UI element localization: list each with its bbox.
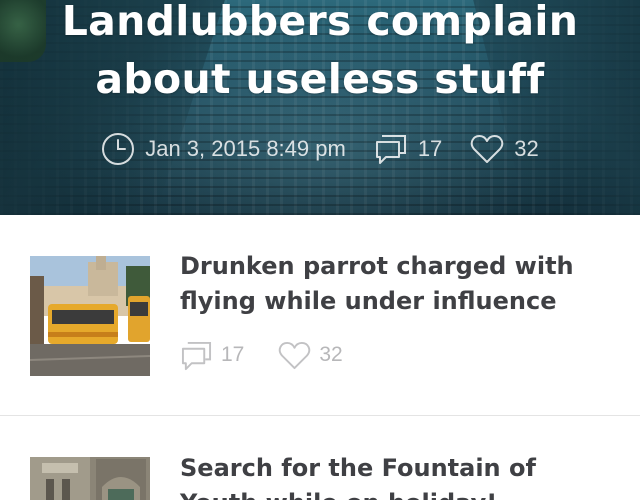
comment-icon xyxy=(180,340,213,371)
list-item[interactable]: Drunken parrot charged with flying while… xyxy=(0,215,640,416)
article-thumbnail-building[interactable] xyxy=(30,457,150,500)
comment-icon xyxy=(374,133,408,165)
heart-icon xyxy=(278,341,311,370)
featured-article-like-count: 32 xyxy=(514,136,539,161)
article-thumbnail-tram[interactable] xyxy=(30,256,150,376)
list-item[interactable]: Search for the Fountain of Youth while o… xyxy=(0,417,640,500)
featured-article-likes[interactable]: 32 xyxy=(470,134,539,164)
featured-article-meta: Jan 3, 2015 8:49 pm 17 32 xyxy=(0,130,640,168)
article-comment-count: 17 xyxy=(221,343,245,366)
article-comments[interactable]: 17 xyxy=(180,340,244,371)
featured-article-comments[interactable]: 17 xyxy=(374,133,442,165)
featured-article-hero[interactable]: Landlubbers complain about useless stuff… xyxy=(0,0,640,215)
featured-article-title[interactable]: Landlubbers complain about useless stuff xyxy=(0,0,640,108)
article-headline[interactable]: Search for the Fountain of Youth while o… xyxy=(180,451,620,500)
featured-article-comment-count: 17 xyxy=(417,136,443,161)
featured-article-date-text: Jan 3, 2015 8:49 pm xyxy=(145,136,346,161)
article-stats: 17 32 xyxy=(180,337,343,373)
article-likes[interactable]: 32 xyxy=(278,341,343,370)
article-like-count: 32 xyxy=(319,343,343,366)
clock-icon xyxy=(101,132,135,166)
article-headline[interactable]: Drunken parrot charged with flying while… xyxy=(180,249,620,319)
featured-article-date: Jan 3, 2015 8:49 pm xyxy=(101,132,346,166)
heart-icon xyxy=(470,134,504,164)
